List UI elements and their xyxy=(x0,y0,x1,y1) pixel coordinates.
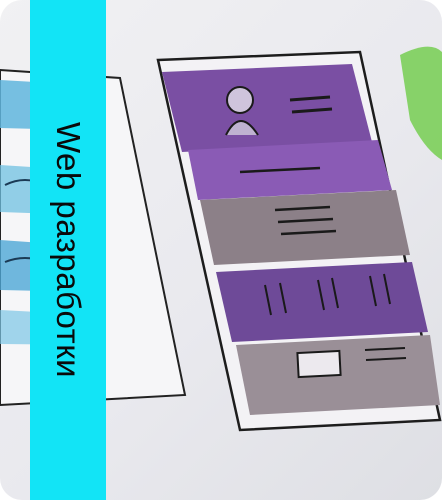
center-purple-sketch xyxy=(156,50,442,432)
banner-title: Web разработки xyxy=(50,121,87,379)
banner-card: Web разработки xyxy=(0,0,442,500)
title-band: Web разработки xyxy=(30,0,106,500)
green-watercolor xyxy=(400,46,442,160)
